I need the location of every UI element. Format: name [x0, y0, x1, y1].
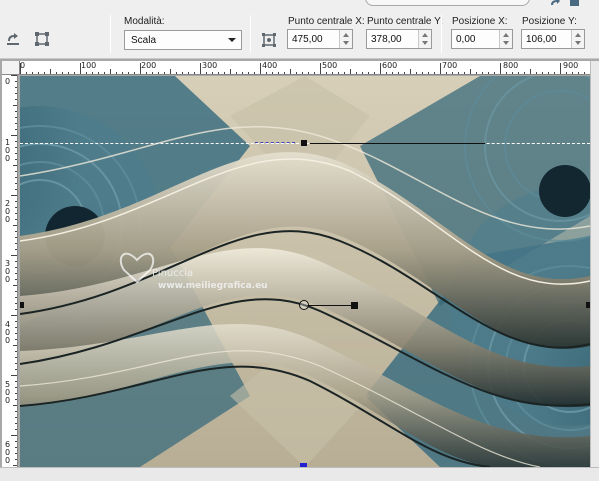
bottom-scrollbar[interactable]: [0, 467, 599, 481]
top-marker-blue: [255, 142, 295, 143]
ruler-label: 900: [563, 61, 579, 70]
ruler-label: 600: [5, 440, 11, 465]
ruler-label: 0: [20, 61, 26, 70]
watermark-name: Pinuccia: [152, 268, 194, 279]
ruler-label: 500: [322, 61, 338, 70]
save-icon[interactable]: [569, 0, 581, 7]
image-canvas[interactable]: Pinuccia www.meiliegrafica.eu: [20, 76, 590, 467]
tool-options-bar: Modalità: Scala Punto centrale X: 475,00…: [0, 0, 599, 59]
pos-x-input[interactable]: 0,00: [451, 29, 513, 49]
rotation-arm: [305, 305, 353, 306]
separator: [110, 15, 111, 53]
artwork: [20, 76, 590, 467]
punto-x-label: Punto centrale X:: [288, 16, 365, 27]
pos-y-value: 106,00: [526, 34, 557, 45]
ruler-label: 300: [202, 61, 218, 70]
punto-y-value: 378,00: [371, 34, 402, 45]
left-center-handle[interactable]: [20, 302, 24, 308]
separator: [250, 15, 251, 53]
punto-x-input[interactable]: 475,00: [287, 29, 353, 49]
horizontal-ruler: 0 100 200 300 400 500 600 700 800 900: [20, 61, 590, 75]
reset-icon[interactable]: [4, 30, 22, 48]
right-scrollbar[interactable]: [590, 61, 599, 467]
ruler-label: 600: [382, 61, 398, 70]
ruler-label: 300: [5, 259, 11, 284]
pos-y-input[interactable]: 106,00: [521, 29, 585, 49]
ruler-label: 100: [5, 138, 11, 163]
punto-y-label: Punto centrale Y:: [367, 16, 443, 27]
modalita-dropdown[interactable]: Scala: [124, 30, 242, 50]
pos-x-label: Posizione X:: [452, 16, 508, 27]
punto-x-value: 475,00: [292, 34, 323, 45]
separator: [441, 15, 442, 53]
pos-x-spinner[interactable]: [499, 30, 512, 48]
watermark-site: www.meiliegrafica.eu: [158, 281, 268, 291]
chevron-down-icon: [228, 38, 236, 42]
ruler-label: 800: [503, 61, 519, 70]
ruler-label: 500: [5, 380, 11, 405]
pos-x-value: 0,00: [456, 34, 476, 45]
vertical-ruler: 0 100 200 300 400 500 600: [2, 75, 18, 467]
punto-x-spinner[interactable]: [339, 30, 352, 48]
ruler-label: 100: [81, 61, 97, 70]
ruler-corner: [2, 61, 20, 75]
selection-top-line-dark: [310, 143, 485, 144]
ruler-label: 700: [442, 61, 458, 70]
transform-icon[interactable]: [33, 30, 51, 48]
modalita-value: Scala: [131, 35, 157, 46]
center-point-icon[interactable]: [260, 31, 278, 49]
ruler-label: 200: [5, 199, 11, 224]
ruler-label: 400: [5, 320, 11, 345]
ruler-label: 200: [141, 61, 157, 70]
top-pill-control[interactable]: [365, 0, 530, 6]
pos-y-spinner[interactable]: [571, 30, 584, 48]
redo-icon[interactable]: [549, 0, 561, 7]
ruler-label: 0: [5, 77, 11, 86]
ruler-label: 400: [262, 61, 278, 70]
pos-y-label: Posizione Y:: [522, 16, 577, 27]
top-strip: [365, 0, 599, 8]
modalita-label: Modalità:: [124, 16, 165, 27]
punto-y-spinner[interactable]: [418, 30, 431, 48]
punto-y-input[interactable]: 378,00: [366, 29, 432, 49]
pivot-center-icon[interactable]: [299, 300, 309, 310]
top-center-handle[interactable]: [301, 140, 307, 146]
